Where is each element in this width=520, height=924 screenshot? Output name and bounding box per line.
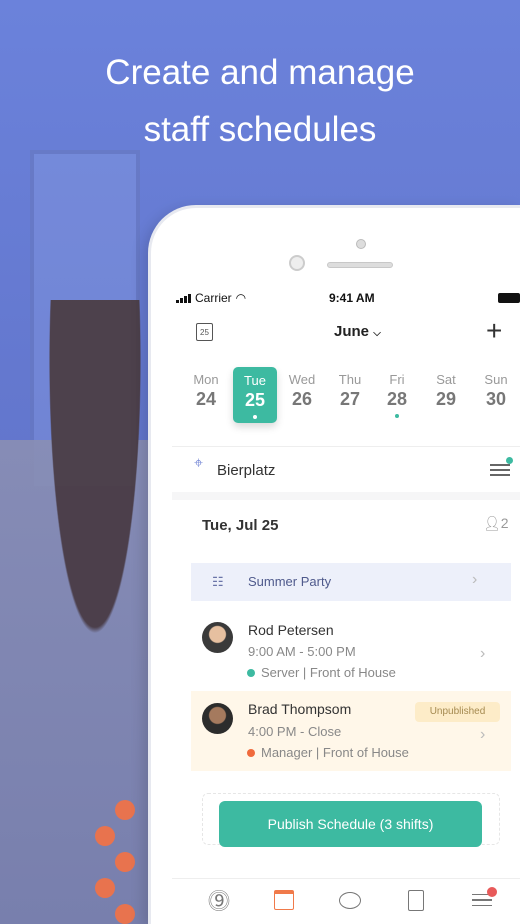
day-sun[interactable]: Sun 30 xyxy=(474,372,518,410)
tab-menu[interactable] xyxy=(467,885,497,915)
chevron-right-icon: › xyxy=(480,726,486,743)
clock-icon: ⓽ xyxy=(207,889,230,914)
staff-count: 👤︎2 xyxy=(483,515,509,531)
day-date: 26 xyxy=(291,389,313,409)
day-date: 30 xyxy=(485,389,507,409)
clock: 9:41 AM xyxy=(329,291,375,305)
day-mon[interactable]: Mon 24 xyxy=(184,372,228,410)
headline: Create and manage staff schedules xyxy=(0,44,520,158)
day-tue[interactable]: Tue 25 xyxy=(233,367,277,423)
location-selector[interactable]: Bierplatz xyxy=(217,462,275,479)
filter-icon[interactable] xyxy=(490,457,513,477)
person-icon: 👤︎ xyxy=(483,515,501,531)
shift-time: 4:00 PM - Close xyxy=(248,724,342,739)
role-color-dot xyxy=(247,668,255,677)
shift-indicator-dot xyxy=(253,415,257,419)
headline-line-1: Create and manage xyxy=(105,53,415,92)
clipboard-icon xyxy=(408,889,424,911)
tab-messages[interactable] xyxy=(335,885,365,915)
day-name: Sun xyxy=(484,372,508,387)
day-sat[interactable]: Sat 29 xyxy=(424,372,468,410)
day-date: 27 xyxy=(339,389,361,409)
day-thu[interactable]: Thu 27 xyxy=(328,372,372,410)
shift-time: 9:00 AM - 5:00 PM xyxy=(248,644,356,659)
battery-icon xyxy=(498,293,520,303)
day-name: Sat xyxy=(436,372,456,387)
day-name: Wed xyxy=(288,372,316,387)
tab-schedule[interactable] xyxy=(269,885,299,915)
month-label: June xyxy=(334,323,370,340)
chevron-right-icon: › xyxy=(472,571,478,588)
shift-row-unpublished[interactable]: Brad Thompsom Unpublished 4:00 PM - Clos… xyxy=(191,691,511,771)
tabbar-divider xyxy=(172,878,520,879)
month-selector[interactable]: June ⌵ xyxy=(334,323,381,340)
event-title: Summer Party xyxy=(248,574,332,589)
day-date: 29 xyxy=(435,389,457,409)
event-calendar-icon: ☷ xyxy=(212,574,224,589)
employee-name: Rod Petersen xyxy=(248,622,334,638)
avatar xyxy=(202,703,233,734)
unpublished-badge: Unpublished xyxy=(415,702,500,722)
chevron-right-icon: › xyxy=(480,645,486,662)
divider xyxy=(172,446,520,447)
calendar-today-icon[interactable]: 25 xyxy=(196,323,213,341)
day-wed[interactable]: Wed 26 xyxy=(280,372,324,410)
chat-icon xyxy=(339,891,361,909)
carrier: Carrier xyxy=(195,291,232,305)
phone-sensor xyxy=(356,239,366,249)
calendar-icon xyxy=(274,890,294,910)
event-summer-party[interactable]: ☷ Summer Party › xyxy=(191,563,511,601)
shift-row[interactable]: Rod Petersen 9:00 AM - 5:00 PM Server | … xyxy=(191,613,511,689)
publish-schedule-button[interactable]: Publish Schedule (3 shifts) xyxy=(219,801,482,847)
day-name: Fri xyxy=(389,372,405,387)
signal-icon xyxy=(176,293,191,303)
chevron-down-icon: ⌵ xyxy=(373,328,381,339)
day-name: Thu xyxy=(338,372,362,387)
week-strip: Mon 24 Tue 25 Wed 26 Thu 27 Fri 28 Sat 29 Sun 30 xyxy=(172,367,520,432)
role-color-dot xyxy=(247,748,255,757)
shift-indicator-dot xyxy=(395,414,399,418)
selected-date-heading: Tue, Jul 25 xyxy=(202,517,279,534)
day-fri[interactable]: Fri 28 xyxy=(375,372,419,418)
day-date: 24 xyxy=(195,389,217,409)
section-gap xyxy=(172,492,520,500)
shift-role: Server | Front of House xyxy=(247,665,396,680)
headline-line-2: staff schedules xyxy=(143,110,377,149)
avatar xyxy=(202,622,233,653)
notification-dot xyxy=(487,887,497,897)
tab-time-clock[interactable]: ⓽ xyxy=(204,885,234,915)
decorative-dots xyxy=(95,800,135,924)
phone-speaker xyxy=(327,262,393,268)
wifi-icon: ◠ xyxy=(235,291,247,305)
tab-tasks[interactable] xyxy=(401,885,431,915)
day-name: Mon xyxy=(193,372,219,387)
app-screen: Carrier ◠ 9:41 AM 25 June ⌵ + Mon 24 Tue 25… xyxy=(172,285,520,924)
phone-camera xyxy=(289,255,305,271)
day-date: 28 xyxy=(386,389,408,409)
status-bar-left: Carrier ◠ xyxy=(176,291,246,305)
day-name: Tue xyxy=(244,373,266,388)
add-button[interactable]: + xyxy=(486,315,502,347)
shift-role: Manager | Front of House xyxy=(247,745,409,760)
filter-active-dot xyxy=(506,457,513,464)
employee-name: Brad Thompsom xyxy=(248,701,352,717)
day-date: 25 xyxy=(244,390,266,410)
location-pin-icon: ⌖ xyxy=(194,455,204,472)
